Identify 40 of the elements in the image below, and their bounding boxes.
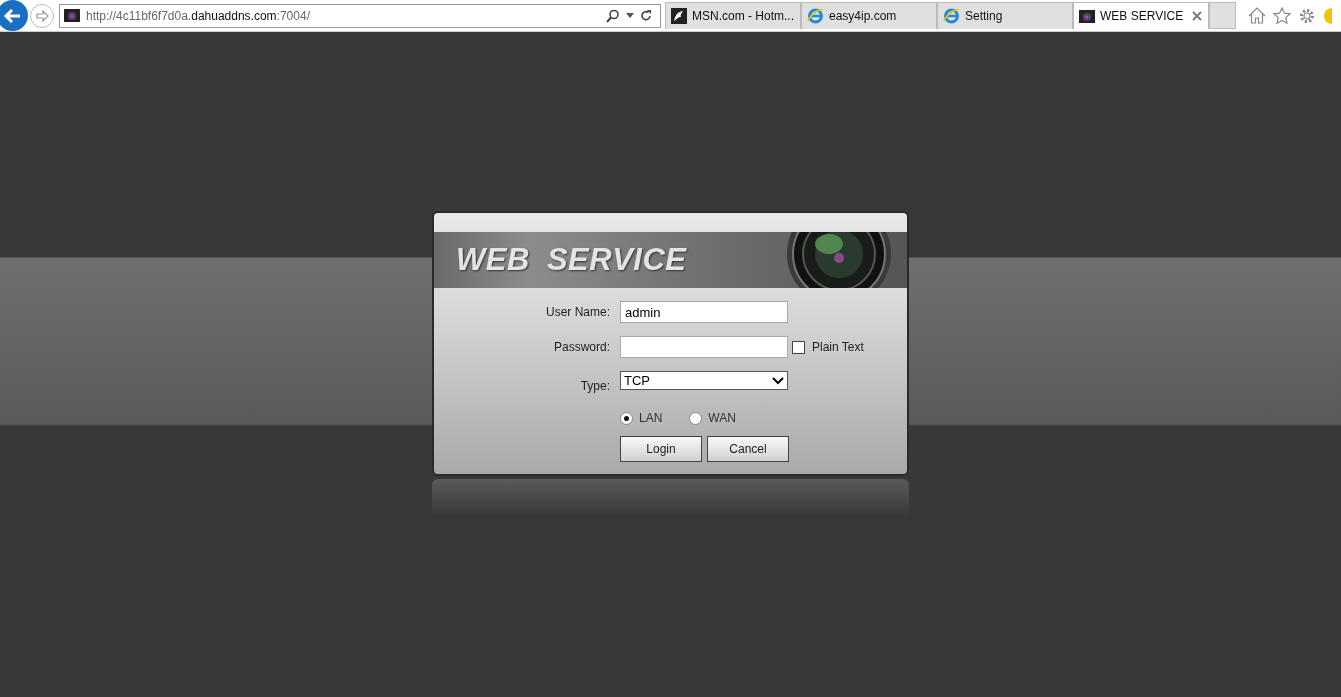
tab-title: easy4ip.com (829, 9, 898, 23)
dropdown-caret-icon[interactable] (626, 13, 634, 18)
password-field[interactable] (620, 336, 788, 358)
browser-tab[interactable]: MSN.com - Hotm... (665, 2, 801, 29)
arrow-right-icon (34, 7, 50, 24)
camera-icon (64, 9, 80, 22)
tab-title: WEB SERVICE (1100, 9, 1185, 23)
browser-tab[interactable]: easy4ip.com (801, 2, 937, 29)
url-text: http://4c11bf6f7d0a.dahuaddns.com:7004/ (86, 8, 310, 23)
settings-icon[interactable] (1298, 6, 1316, 25)
forward-button[interactable] (30, 3, 54, 28)
browser-tab[interactable]: WEB SERVICE (1073, 2, 1209, 29)
address-field[interactable]: http://4c11bf6f7d0a.dahuaddns.com:7004/ (59, 3, 661, 28)
camera-icon (1079, 9, 1095, 23)
home-icon[interactable] (1248, 7, 1266, 24)
close-icon[interactable] (1192, 11, 1202, 21)
dialog-title: WEB SERVICE (456, 242, 687, 278)
chevron-down-icon (772, 376, 784, 385)
type-select[interactable]: TCP (620, 371, 788, 390)
cancel-button[interactable]: Cancel (707, 436, 789, 462)
e-logo-icon (807, 8, 824, 24)
refresh-icon[interactable] (640, 9, 652, 22)
checkbox-label: Plain Text (812, 340, 864, 354)
tab-title: Setting (965, 9, 1004, 23)
username-field[interactable]: admin (620, 301, 788, 323)
radio-button[interactable] (620, 411, 633, 425)
back-button[interactable] (0, 0, 28, 31)
radio-button[interactable] (689, 411, 703, 425)
search-icon[interactable] (606, 8, 620, 23)
radio-label: WAN (708, 411, 736, 425)
field-label: User Name: (545, 305, 610, 319)
e-logo-icon (943, 8, 960, 24)
field-label: Password: (552, 340, 610, 354)
login-button[interactable]: Login (620, 436, 702, 462)
checkbox[interactable] (792, 340, 805, 354)
field-label: Type: (579, 378, 610, 393)
star-icon[interactable] (1273, 7, 1291, 24)
tab-title: MSN.com - Hotm... (692, 9, 794, 23)
browser-tab[interactable]: Setting (937, 2, 1073, 29)
radio-label: LAN (639, 411, 663, 425)
